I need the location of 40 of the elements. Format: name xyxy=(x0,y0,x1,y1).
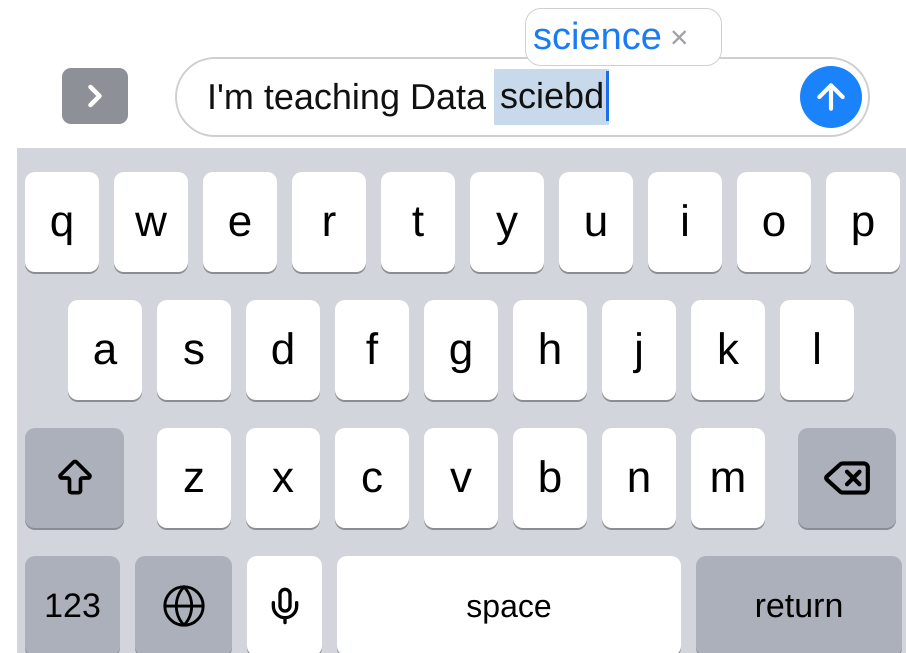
letter-key[interactable]: v xyxy=(424,428,498,528)
autocorrect-suggestion[interactable]: science xyxy=(533,16,662,58)
letter-key[interactable]: q xyxy=(25,172,99,272)
letter-key[interactable]: h xyxy=(513,300,587,400)
misspelled-word: sciebd xyxy=(494,69,610,125)
letter-key[interactable]: l xyxy=(780,300,854,400)
microphone-key[interactable] xyxy=(247,556,322,653)
letter-key[interactable]: z xyxy=(157,428,231,528)
letter-key[interactable]: i xyxy=(648,172,722,272)
message-text: I'm teaching Data xyxy=(207,76,486,118)
letter-key[interactable]: m xyxy=(691,428,765,528)
text-cursor xyxy=(606,71,610,121)
letter-key[interactable]: t xyxy=(381,172,455,272)
shift-key[interactable] xyxy=(25,428,124,528)
letter-key[interactable]: g xyxy=(424,300,498,400)
space-key[interactable]: space xyxy=(337,556,681,653)
letter-key[interactable]: j xyxy=(602,300,676,400)
delete-key[interactable] xyxy=(798,428,896,528)
letter-key[interactable]: s xyxy=(157,300,231,400)
expand-button[interactable] xyxy=(62,68,128,124)
letter-key[interactable]: a xyxy=(68,300,142,400)
letter-key[interactable]: u xyxy=(559,172,633,272)
send-button[interactable] xyxy=(800,66,862,128)
numbers-key[interactable]: 123 xyxy=(25,556,120,653)
globe-key[interactable] xyxy=(135,556,232,653)
letter-key[interactable]: f xyxy=(335,300,409,400)
letter-key[interactable]: c xyxy=(335,428,409,528)
letter-key[interactable]: y xyxy=(470,172,544,272)
globe-icon xyxy=(160,583,206,629)
letter-key[interactable]: n xyxy=(602,428,676,528)
letter-key[interactable]: d xyxy=(246,300,320,400)
return-key[interactable]: return xyxy=(696,556,902,653)
letter-key[interactable]: w xyxy=(114,172,188,272)
letter-key[interactable]: x xyxy=(246,428,320,528)
letter-key[interactable]: e xyxy=(203,172,277,272)
letter-key[interactable]: k xyxy=(691,300,765,400)
letter-key[interactable]: b xyxy=(513,428,587,528)
letter-key[interactable]: p xyxy=(826,172,900,272)
letter-key[interactable]: o xyxy=(737,172,811,272)
letter-key[interactable]: r xyxy=(292,172,366,272)
